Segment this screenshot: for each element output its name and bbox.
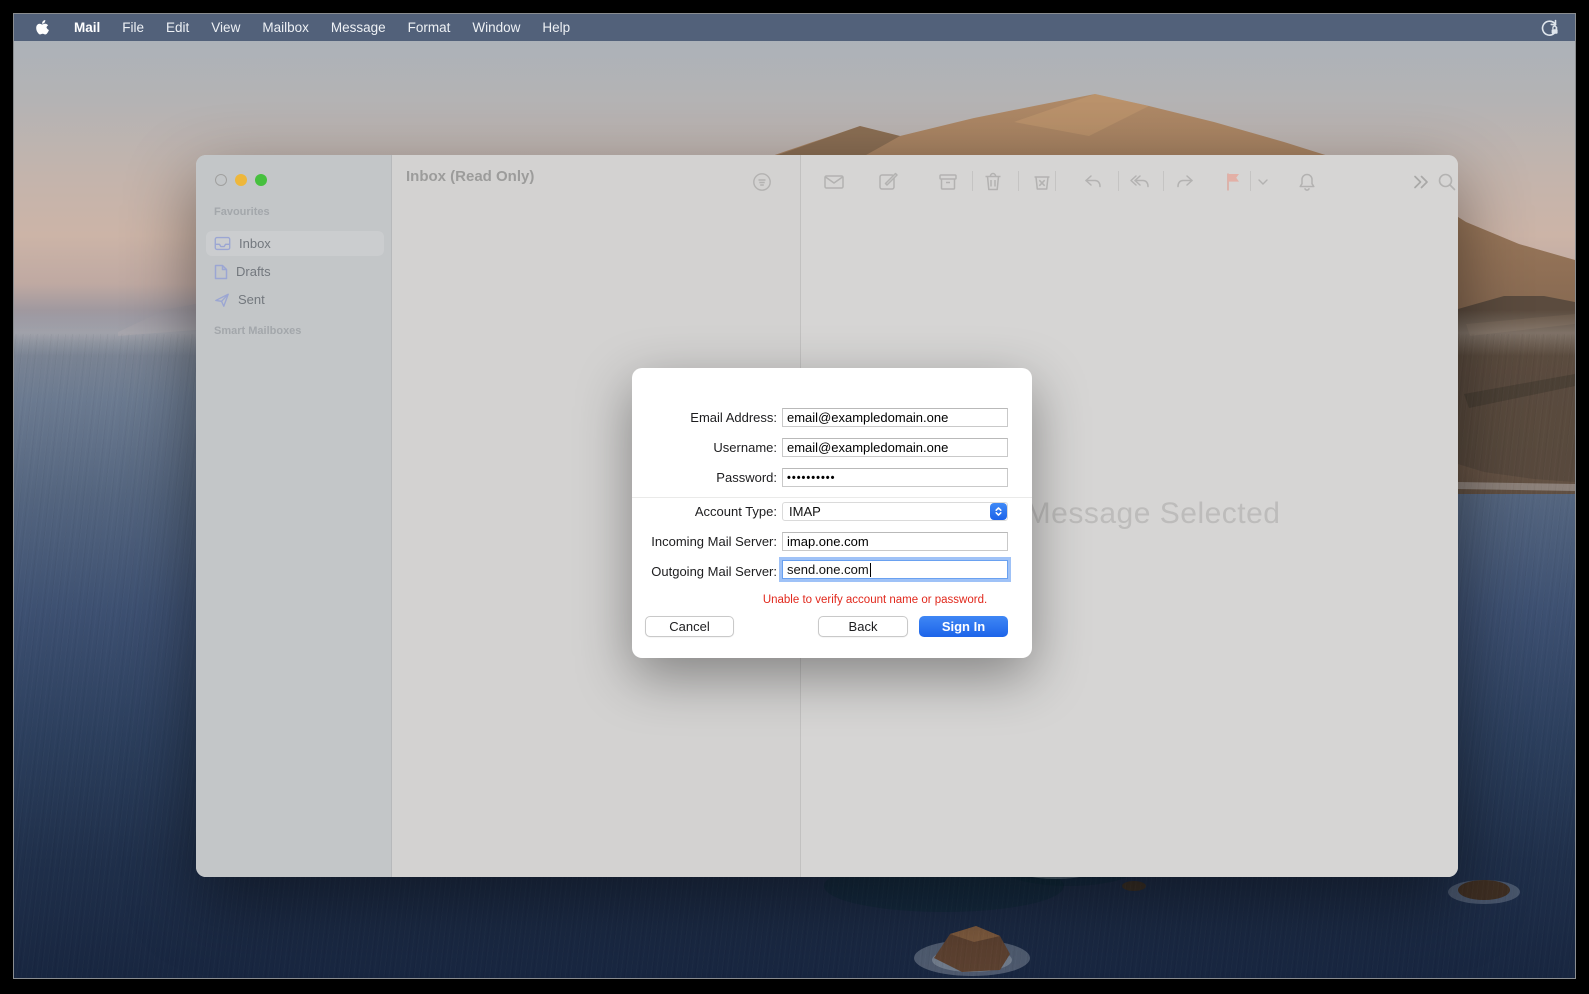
- popup-stepper-icon: [990, 503, 1007, 520]
- toolbar-separator: [1250, 171, 1251, 191]
- cancel-button[interactable]: Cancel: [645, 616, 734, 637]
- incoming-server-label: Incoming Mail Server:: [651, 534, 777, 549]
- sidebar-item-drafts[interactable]: Drafts: [206, 259, 384, 284]
- incoming-server-field[interactable]: [782, 532, 1008, 551]
- paper-plane-icon: [214, 292, 230, 308]
- error-message: Unable to verify account name or passwor…: [762, 594, 988, 606]
- menu-item-help[interactable]: Help: [531, 14, 581, 41]
- toolbar-separator: [1163, 171, 1164, 191]
- dialog-divider: [632, 497, 1032, 498]
- close-button[interactable]: [215, 174, 227, 186]
- back-button[interactable]: Back: [818, 616, 908, 637]
- email-address-label: Email Address:: [690, 410, 777, 425]
- username-label: Username:: [713, 440, 777, 455]
- archive-icon[interactable]: [935, 169, 961, 195]
- password-label: Password:: [716, 470, 777, 485]
- reply-icon[interactable]: [1080, 169, 1106, 195]
- menu-item-window[interactable]: Window: [461, 14, 531, 41]
- sidebar-header-favourites: Favourites: [214, 206, 270, 218]
- outgoing-server-field[interactable]: send.one.com: [782, 560, 1008, 579]
- toolbar-separator: [1055, 171, 1056, 191]
- sidebar-header-smart-mailboxes: Smart Mailboxes: [214, 325, 302, 337]
- apple-icon[interactable]: [14, 19, 63, 36]
- search-icon[interactable]: [1434, 169, 1458, 195]
- menu-item-message[interactable]: Message: [320, 14, 397, 41]
- sidebar-item-label: Drafts: [236, 264, 271, 279]
- screen-lock-icon[interactable]: [1524, 18, 1575, 37]
- account-type-label: Account Type:: [694, 504, 777, 519]
- compose-icon[interactable]: [875, 169, 901, 195]
- account-type-popup[interactable]: IMAP: [782, 502, 1008, 521]
- inbox-tray-icon: [214, 236, 231, 251]
- menu-item-edit[interactable]: Edit: [155, 14, 200, 41]
- menu-item-file[interactable]: File: [111, 14, 155, 41]
- account-type-value: IMAP: [789, 504, 821, 519]
- email-address-field[interactable]: [782, 408, 1008, 427]
- text-caret: [869, 562, 871, 577]
- trash-icon[interactable]: [980, 169, 1006, 195]
- toolbar-separator: [1018, 171, 1019, 191]
- toolbar-separator: [972, 171, 973, 191]
- sidebar: Favourites Inbox Drafts Sent Smart Mailb…: [196, 155, 392, 877]
- menu-item-view[interactable]: View: [200, 14, 251, 41]
- traffic-lights: [215, 174, 267, 186]
- minimize-button[interactable]: [235, 174, 247, 186]
- junk-icon[interactable]: [1029, 169, 1055, 195]
- sidebar-item-label: Inbox: [239, 236, 271, 251]
- flag-chevron-down-icon[interactable]: [1255, 169, 1271, 195]
- flag-icon[interactable]: [1220, 169, 1246, 195]
- sign-in-button[interactable]: Sign In: [919, 616, 1008, 637]
- window-title: Inbox (Read Only): [406, 168, 535, 185]
- reply-all-icon[interactable]: [1127, 169, 1153, 195]
- account-setup-dialog: Email Address: Username: Password: Accou…: [632, 368, 1032, 658]
- sidebar-item-sent[interactable]: Sent: [206, 287, 384, 312]
- filter-icon[interactable]: [749, 169, 775, 195]
- forward-icon[interactable]: [1172, 169, 1198, 195]
- draft-document-icon: [214, 264, 228, 280]
- sidebar-item-inbox[interactable]: Inbox: [206, 231, 384, 256]
- get-mail-icon[interactable]: [821, 169, 847, 195]
- menu-item-mailbox[interactable]: Mailbox: [251, 14, 320, 41]
- zoom-button[interactable]: [255, 174, 267, 186]
- outgoing-server-label: Outgoing Mail Server:: [651, 564, 777, 579]
- password-field[interactable]: [782, 468, 1008, 487]
- toolbar-separator: [1118, 171, 1119, 191]
- username-field[interactable]: [782, 438, 1008, 457]
- mute-bell-icon[interactable]: [1294, 169, 1320, 195]
- sidebar-item-label: Sent: [238, 292, 265, 307]
- outgoing-server-value: send.one.com: [787, 562, 869, 577]
- menu-bar: Mail File Edit View Mailbox Message Form…: [14, 14, 1575, 41]
- toolbar-overflow-icon[interactable]: [1408, 169, 1434, 195]
- menu-item-mail[interactable]: Mail: [63, 14, 111, 41]
- menu-item-format[interactable]: Format: [397, 14, 462, 41]
